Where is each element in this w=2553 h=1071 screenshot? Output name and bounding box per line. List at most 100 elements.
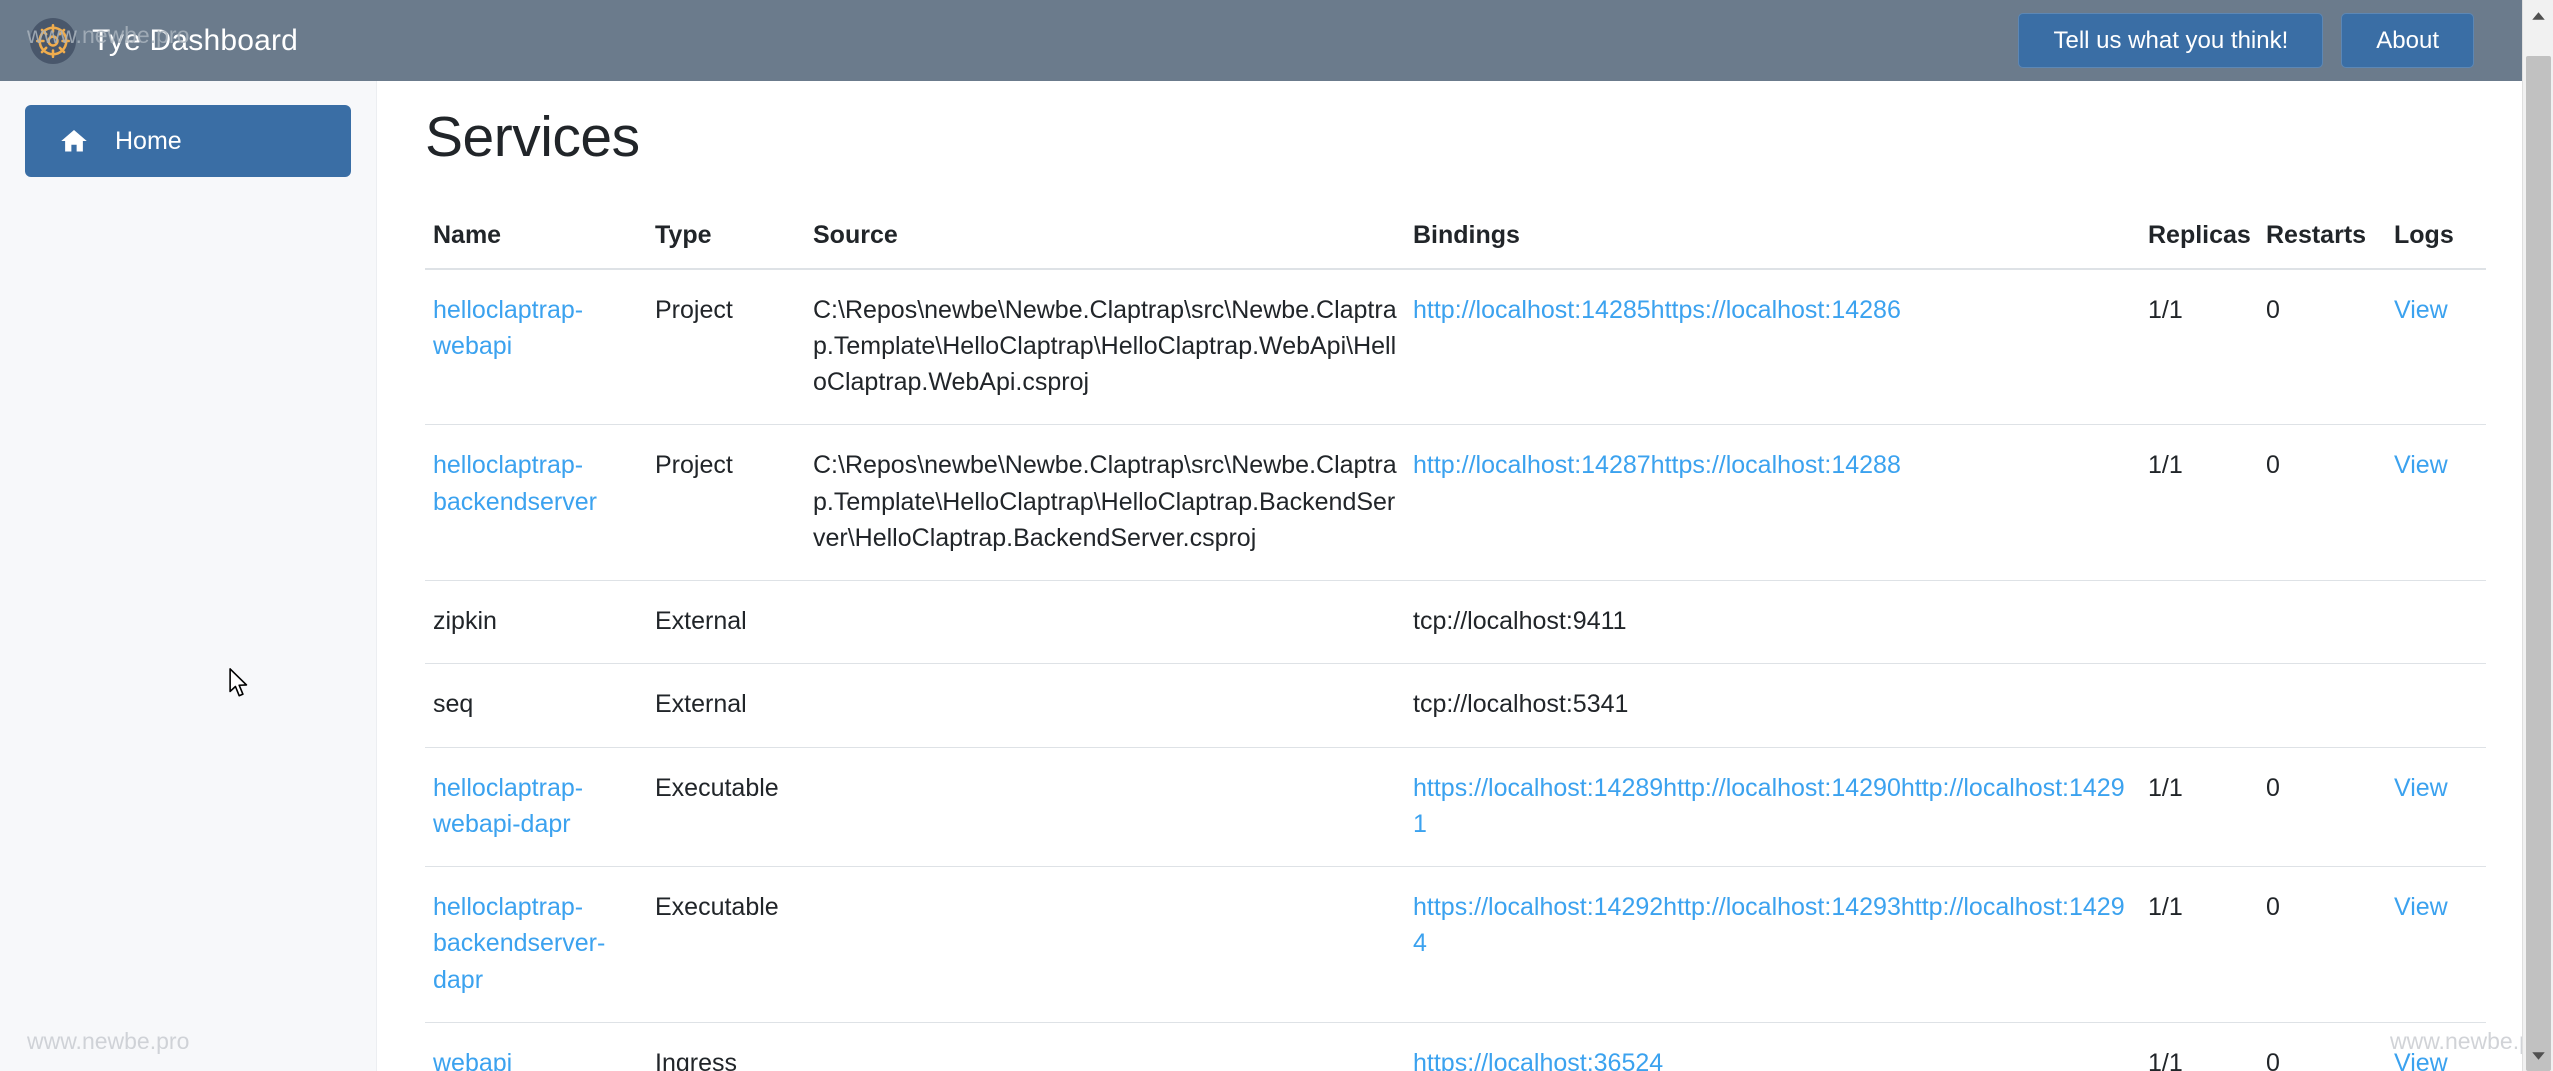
column-header-restarts: Restarts xyxy=(2258,205,2386,269)
service-name-link[interactable]: helloclaptrap-webapi-dapr xyxy=(433,774,583,838)
table-row: seqExternal tcp://localhost:5341 xyxy=(425,664,2486,747)
cell-bindings: tcp://localhost:9411 xyxy=(1405,581,2140,664)
cell-restarts: 0 xyxy=(2258,867,2386,1023)
cell-replicas: 1/1 xyxy=(2140,425,2258,581)
cell-bindings: https://localhost:14292http://localhost:… xyxy=(1405,867,2140,1023)
service-name-link[interactable]: helloclaptrap-backendserver xyxy=(433,451,597,515)
cell-name: helloclaptrap-backendserver-dapr xyxy=(425,867,647,1023)
triangle-up-icon[interactable] xyxy=(2523,0,2553,31)
cell-type: Executable xyxy=(647,867,805,1023)
cell-type: Project xyxy=(647,269,805,425)
triangle-down-icon[interactable] xyxy=(2523,1040,2553,1071)
binding-text: tcp://localhost:5341 xyxy=(1413,690,1628,718)
cell-logs xyxy=(2386,581,2486,664)
view-logs-link[interactable]: View xyxy=(2394,451,2448,479)
home-icon xyxy=(57,124,91,158)
cell-replicas: 1/1 xyxy=(2140,747,2258,867)
services-table-head: Name Type Source Bindings Replicas Resta… xyxy=(425,205,2486,269)
navbar-actions: Tell us what you think! About xyxy=(2018,13,2474,69)
sidebar-item-home-label: Home xyxy=(115,127,182,156)
ship-wheel-icon xyxy=(30,18,76,64)
column-header-replicas: Replicas xyxy=(2140,205,2258,269)
cell-name: helloclaptrap-webapi-dapr xyxy=(425,747,647,867)
view-logs-link[interactable]: View xyxy=(2394,296,2448,324)
binding-link[interactable]: https://localhost:14289 xyxy=(1413,774,1663,802)
cell-source xyxy=(805,747,1405,867)
cell-source xyxy=(805,1022,1405,1071)
cell-bindings: https://localhost:36524 xyxy=(1405,1022,2140,1071)
binding-link[interactable]: https://localhost:14292 xyxy=(1413,893,1663,921)
cell-bindings: tcp://localhost:5341 xyxy=(1405,664,2140,747)
cell-name: webapi xyxy=(425,1022,647,1071)
binding-text: tcp://localhost:9411 xyxy=(1413,607,1627,635)
cell-logs: View xyxy=(2386,867,2486,1023)
view-logs-link[interactable]: View xyxy=(2394,774,2448,802)
cell-name: zipkin xyxy=(425,581,647,664)
cell-type: External xyxy=(647,664,805,747)
cell-source: C:\Repos\newbe\Newbe.Claptrap\src\Newbe.… xyxy=(805,269,1405,425)
cell-replicas xyxy=(2140,581,2258,664)
binding-link[interactable]: https://localhost:36524 xyxy=(1413,1049,1663,1071)
binding-link[interactable]: http://localhost:14290 xyxy=(1663,774,1901,802)
cell-source xyxy=(805,867,1405,1023)
binding-link[interactable]: http://localhost:14285 xyxy=(1413,296,1651,324)
main-content: Services Name Type Source Bindings Repli… xyxy=(377,81,2522,1071)
service-name-link[interactable]: helloclaptrap-backendserver-dapr xyxy=(433,893,605,994)
column-header-name: Name xyxy=(425,205,647,269)
table-row: zipkinExternaltcp://localhost:9411 xyxy=(425,581,2486,664)
cell-logs: View xyxy=(2386,1022,2486,1071)
binding-link[interactable]: http://localhost:14287 xyxy=(1413,451,1651,479)
vertical-scrollbar[interactable] xyxy=(2522,0,2553,1071)
page-title: Services xyxy=(425,105,2482,171)
cell-restarts xyxy=(2258,581,2386,664)
column-header-bindings: Bindings xyxy=(1405,205,2140,269)
table-row: helloclaptrap-backendserver-dapr Executab… xyxy=(425,867,2486,1023)
cell-restarts: 0 xyxy=(2258,269,2386,425)
cell-restarts: 0 xyxy=(2258,425,2386,581)
cell-type: Project xyxy=(647,425,805,581)
tye-dashboard-window: Tye Dashboard Tell us what you think! Ab… xyxy=(0,0,2553,1071)
column-header-type: Type xyxy=(647,205,805,269)
services-table: Name Type Source Bindings Replicas Resta… xyxy=(425,205,2486,1071)
binding-link[interactable]: https://localhost:14288 xyxy=(1651,451,1901,479)
cell-bindings: http://localhost:14285https://localhost:… xyxy=(1405,269,2140,425)
top-navbar: Tye Dashboard Tell us what you think! Ab… xyxy=(0,0,2522,81)
table-header-row: Name Type Source Bindings Replicas Resta… xyxy=(425,205,2486,269)
table-row: helloclaptrap-backendserverProjectC:\Rep… xyxy=(425,425,2486,581)
cell-restarts: 0 xyxy=(2258,747,2386,867)
cell-source xyxy=(805,581,1405,664)
column-header-logs: Logs xyxy=(2386,205,2486,269)
cell-name: helloclaptrap-backendserver xyxy=(425,425,647,581)
cell-restarts xyxy=(2258,664,2386,747)
scrollbar-thumb[interactable] xyxy=(2526,56,2551,1071)
cell-type: Ingress xyxy=(647,1022,805,1071)
sidebar: Home xyxy=(0,81,377,1071)
cell-replicas: 1/1 xyxy=(2140,867,2258,1023)
service-name-link[interactable]: helloclaptrap-webapi xyxy=(433,296,583,360)
cell-name: seq xyxy=(425,664,647,747)
table-row: helloclaptrap-webapi-dapr Executable https… xyxy=(425,747,2486,867)
cell-name: helloclaptrap-webapi xyxy=(425,269,647,425)
cell-bindings: https://localhost:14289http://localhost:… xyxy=(1405,747,2140,867)
cell-logs xyxy=(2386,664,2486,747)
cell-replicas xyxy=(2140,664,2258,747)
about-button[interactable]: About xyxy=(2341,13,2474,69)
cell-logs: View xyxy=(2386,747,2486,867)
view-logs-link[interactable]: View xyxy=(2394,1049,2448,1071)
table-row: helloclaptrap-webapi ProjectC:\Repos\newb… xyxy=(425,269,2486,425)
sidebar-item-home[interactable]: Home xyxy=(25,105,351,177)
service-name-link[interactable]: webapi xyxy=(433,1049,512,1071)
cell-type: Executable xyxy=(647,747,805,867)
cell-logs: View xyxy=(2386,425,2486,581)
feedback-button[interactable]: Tell us what you think! xyxy=(2018,13,2323,69)
brand[interactable]: Tye Dashboard xyxy=(30,18,298,64)
binding-link[interactable]: http://localhost:14293 xyxy=(1663,893,1901,921)
cell-replicas: 1/1 xyxy=(2140,269,2258,425)
cell-restarts: 0 xyxy=(2258,1022,2386,1071)
brand-title: Tye Dashboard xyxy=(92,24,298,58)
cell-source xyxy=(805,664,1405,747)
cell-replicas: 1/1 xyxy=(2140,1022,2258,1071)
view-logs-link[interactable]: View xyxy=(2394,893,2448,921)
binding-link[interactable]: https://localhost:14286 xyxy=(1651,296,1901,324)
column-header-source: Source xyxy=(805,205,1405,269)
